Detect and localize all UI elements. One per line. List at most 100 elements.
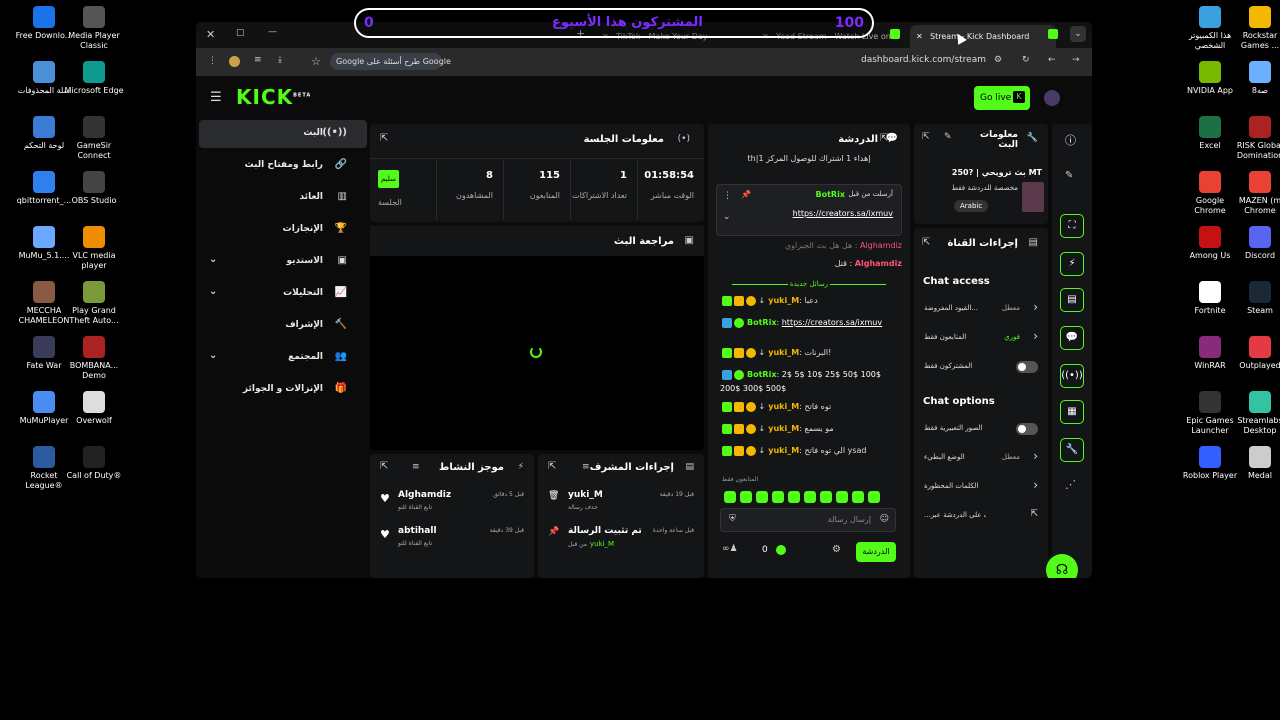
- desktop-icon[interactable]: Play Grand Theft Auto...: [64, 281, 124, 326]
- desktop-icon[interactable]: VLC media player: [64, 226, 124, 271]
- mod-action-subuser[interactable]: yuki_M: [590, 540, 614, 548]
- chat-settings-icon[interactable]: ⚙: [832, 544, 841, 555]
- nav-item[interactable]: الإنجازات 🏆: [199, 216, 367, 244]
- chevron-right-icon[interactable]: ›: [1033, 478, 1038, 492]
- nav-item[interactable]: الإنزالات و الجوائز 🎁: [199, 376, 367, 404]
- emote-icon[interactable]: [852, 491, 864, 503]
- site-settings-icon[interactable]: ⚙: [994, 55, 1002, 65]
- msg-user[interactable]: BotRix: [747, 318, 776, 327]
- chevron-down-icon[interactable]: ⌄: [209, 254, 217, 265]
- desktop-icon[interactable]: Medal: [1230, 446, 1280, 481]
- chevron-down-icon[interactable]: ⌄: [723, 212, 731, 222]
- info-icon[interactable]: ⓘ: [1065, 132, 1076, 148]
- channel-action-row[interactable]: القيود المفروضة... معطل ›: [914, 298, 1048, 322]
- msg-user[interactable]: yuki_M: [768, 348, 799, 357]
- emote-icon[interactable]: [804, 491, 816, 503]
- wrench-icon[interactable]: 🔧: [1060, 438, 1084, 462]
- msg-user[interactable]: yuki_M: [768, 296, 799, 305]
- close-window-icon[interactable]: ✕: [206, 28, 215, 41]
- shield-icon[interactable]: ⛨: [729, 514, 736, 524]
- msg-user[interactable]: yuki_M: [768, 424, 799, 433]
- avatar[interactable]: [1044, 90, 1060, 106]
- bookmark-star-icon[interactable]: ☆: [311, 55, 321, 68]
- nav-item[interactable]: التحليلات 📈 ⌄: [199, 280, 367, 308]
- mod-action-item[interactable]: 📌 تم تثبيت الرسالة من قبل yuki_M قبل ساعة وا…: [538, 522, 704, 556]
- channel-action-row[interactable]: المشتركون فقط: [914, 356, 1048, 380]
- popout-icon[interactable]: ⇱: [922, 237, 930, 248]
- desktop-icon[interactable]: Rockstar Games ...: [1230, 6, 1280, 51]
- chevron-down-icon[interactable]: ⌄: [209, 286, 217, 297]
- emote-icon[interactable]: [740, 491, 752, 503]
- emote-icon[interactable]: [756, 491, 768, 503]
- clip-icon[interactable]: ⛶: [1060, 214, 1084, 238]
- desktop-icon[interactable]: Call of Duty®: [64, 446, 124, 481]
- channel-action-row[interactable]: الصور التعبيرية فقط: [914, 418, 1048, 442]
- desktop-icon[interactable]: MAZEN (m Chrome: [1230, 171, 1280, 216]
- broadcast-icon[interactable]: ((•)): [1060, 364, 1084, 388]
- nav-item[interactable]: العائد ▥: [199, 184, 367, 212]
- hamburger-menu-icon[interactable]: ☰: [210, 90, 222, 105]
- send-chat-button[interactable]: الدردشة: [856, 542, 896, 562]
- pinned-link[interactable]: https://creators.sa/ixmuv: [793, 209, 893, 218]
- msg-text[interactable]: https://creators.sa/ixmuv: [782, 318, 882, 327]
- emote-icon[interactable]: [788, 491, 800, 503]
- filter-icon[interactable]: ≡: [582, 462, 590, 472]
- channel-action-row[interactable]: المتابعون فقط فوري ›: [914, 327, 1048, 351]
- desktop-icon[interactable]: Discord: [1230, 226, 1280, 261]
- reload-icon[interactable]: ↻: [1022, 55, 1030, 65]
- desktop-icon[interactable]: Overwolf: [64, 391, 124, 426]
- tab-search-icon[interactable]: ⌄: [1070, 26, 1086, 42]
- pinned-message[interactable]: ⋮ 📌 BotRix أرسلت من قبل https://creators…: [716, 184, 902, 236]
- nav-item[interactable]: رابط ومفتاح البث 🔗: [199, 152, 367, 180]
- menu-dots-icon[interactable]: ⋮: [208, 56, 217, 66]
- layout-icon[interactable]: ▦: [1060, 400, 1084, 424]
- desktop-icon[interactable]: Outplayed: [1230, 336, 1280, 371]
- activity-user[interactable]: Alghamdiz: [398, 490, 451, 500]
- msg-user[interactable]: BotRix: [747, 370, 776, 379]
- share-icon[interactable]: ⋰: [1065, 478, 1076, 491]
- desktop-icon[interactable]: Steam: [1230, 281, 1280, 316]
- emoji-icon[interactable]: ☺: [880, 514, 889, 524]
- popout-icon[interactable]: ⇱: [548, 461, 556, 472]
- edit-icon[interactable]: ✎: [1065, 170, 1073, 181]
- nav-item[interactable]: الاستديو ▣ ⌄: [199, 248, 367, 276]
- filter-icon[interactable]: ≡: [412, 462, 420, 472]
- chevron-right-icon[interactable]: ›: [1033, 329, 1038, 343]
- edit-icon[interactable]: ✎: [944, 132, 952, 142]
- desktop-icon[interactable]: BOMBANA... Demo: [64, 336, 124, 381]
- reading-list-icon[interactable]: ≡: [254, 55, 262, 65]
- desktop-icon[interactable]: GameSir Connect: [64, 116, 124, 161]
- desktop-icon[interactable]: Microsoft Edge: [64, 61, 124, 96]
- desktop-icon[interactable]: RISK Global Domination: [1230, 116, 1280, 161]
- document-icon[interactable]: ▤: [1060, 288, 1084, 312]
- mod-action-item[interactable]: 🗑 yuki_M حذف رسالة قبل 19 دقيقة: [538, 486, 704, 520]
- popout-icon[interactable]: ⇱: [380, 461, 388, 472]
- go-live-button[interactable]: Go live K: [974, 86, 1030, 110]
- popout-icon[interactable]: ⇱: [880, 133, 888, 144]
- chevron-right-icon[interactable]: ›: [1033, 300, 1038, 314]
- popout-icon[interactable]: ⇱: [922, 132, 930, 142]
- external-link-icon[interactable]: ⇱: [1030, 509, 1038, 519]
- maximize-icon[interactable]: ▢: [236, 28, 245, 38]
- more-options-icon[interactable]: ⋮: [723, 191, 732, 201]
- google-ask-pill[interactable]: Google طرح أسئلة على Google: [330, 53, 451, 70]
- kick-logo[interactable]: KICKBETA: [236, 85, 311, 109]
- bolt-icon[interactable]: ⚡: [1060, 252, 1084, 276]
- minimize-icon[interactable]: —: [268, 27, 277, 37]
- activity-item[interactable]: ♥ abtihall تابع القناة للتو قبل 39 دقيقة: [370, 522, 534, 556]
- msg-user[interactable]: yuki_M: [768, 402, 799, 411]
- forward-icon[interactable]: ←: [1048, 55, 1056, 65]
- nav-item[interactable]: البث ((•)): [199, 120, 367, 148]
- pinned-user[interactable]: BotRix: [816, 190, 845, 199]
- chevron-down-icon[interactable]: ⌄: [209, 350, 217, 361]
- msg-user[interactable]: Alghamdiz: [860, 241, 902, 250]
- toggle-switch[interactable]: [1016, 423, 1038, 435]
- activity-user[interactable]: abtihall: [398, 526, 437, 536]
- emote-icon[interactable]: [836, 491, 848, 503]
- desktop-icon[interactable]: OBS Studio: [64, 171, 124, 206]
- mod-action-user[interactable]: تم تثبيت الرسالة: [568, 526, 642, 536]
- channel-action-row[interactable]: الكلمات المحظورة ›: [914, 476, 1048, 500]
- mod-action-user[interactable]: yuki_M: [568, 490, 603, 500]
- tab-kick-dashboard[interactable]: ✕ Stream - Kick Dashboard: [910, 25, 1056, 48]
- msg-user[interactable]: yuki_M: [768, 446, 799, 455]
